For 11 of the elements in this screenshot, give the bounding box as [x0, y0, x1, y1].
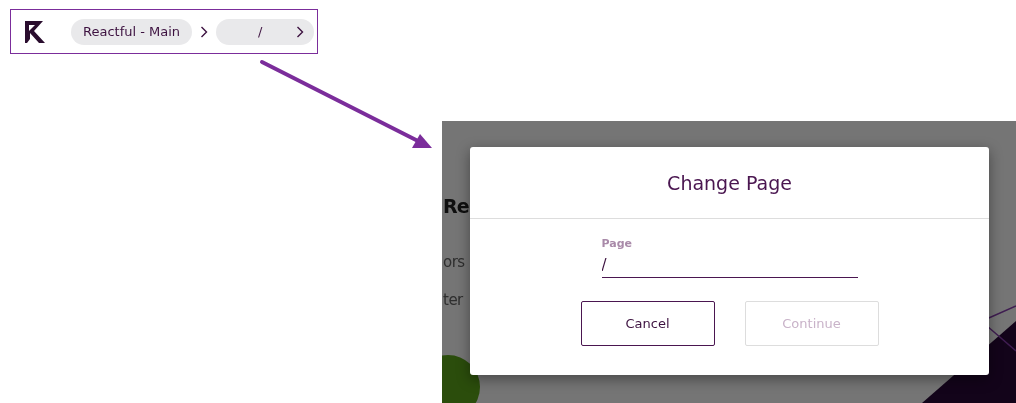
chevron-right-icon [200, 25, 209, 38]
page-text: ter [443, 291, 463, 309]
chevron-right-icon [296, 25, 305, 38]
breadcrumb-item[interactable]: Reactful - Main [71, 18, 193, 45]
page-input-field[interactable]: / [601, 250, 858, 278]
breadcrumb-item[interactable]: / [216, 18, 315, 45]
page-text: ors [443, 253, 465, 271]
page-heading: Re [443, 195, 469, 217]
dialog-title: Change Page [667, 171, 792, 194]
field-label: Page [601, 237, 634, 250]
cancel-button[interactable]: Cancel [580, 301, 715, 346]
